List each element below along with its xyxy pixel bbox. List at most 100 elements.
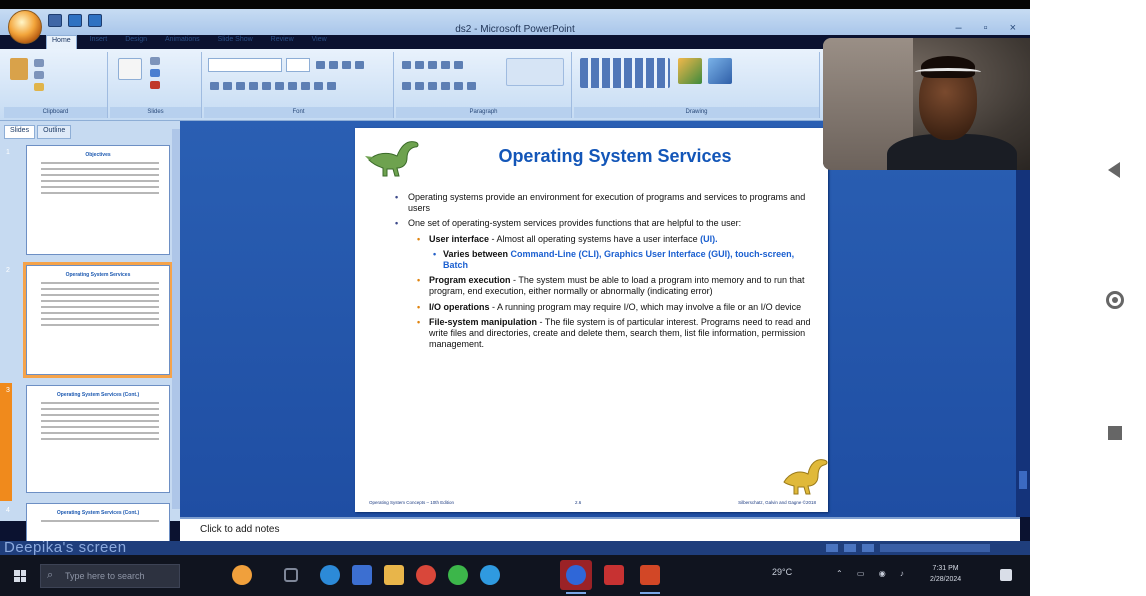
notification-icon[interactable] [1000,569,1012,581]
term: (UI). [700,233,718,244]
arrange-icon[interactable] [678,58,702,84]
notes-pane[interactable]: Click to add notes [180,517,1020,541]
slide-thumbnail[interactable]: Objectives [26,145,170,255]
status-bar: Deepika's screen [0,540,1030,555]
selection-indicator [0,383,12,501]
ribbon-group-label: Clipboard [4,107,107,118]
system-tray-icons[interactable]: ⌃ ▭ ◉ ♪ [836,569,910,578]
canvas-scrollbar[interactable] [1016,121,1030,517]
zoom-slider[interactable] [880,544,990,552]
bullet: Operating systems provide an environment… [395,192,815,214]
slide-thumbnail-selected[interactable]: Operating System Services [23,262,173,378]
tab-slides[interactable]: Slides [4,125,36,139]
active-indicator [640,592,660,594]
home-icon[interactable] [1106,291,1124,309]
new-slide-icon[interactable] [118,58,142,80]
term: I/O operations [429,301,490,312]
search-placeholder: Type here to search [65,571,145,581]
thumbnail-number: 3 [6,387,10,394]
slide-thumbnail[interactable]: Operating System Services (Cont.) [26,503,170,543]
ribbon-group-drawing: Drawing [574,52,820,118]
font-size-box[interactable] [286,58,310,72]
save-icon[interactable] [48,14,62,27]
layout-icon[interactable] [150,57,160,65]
tab-animations[interactable]: Animations [160,35,205,49]
thumbnail-number: 2 [6,267,10,274]
powerpoint-icon[interactable] [640,565,660,585]
reset-icon[interactable] [150,69,160,77]
margin [1030,0,1084,596]
font-name-box[interactable] [208,58,282,72]
chrome-icon[interactable] [416,565,436,585]
font-size-buttons [316,61,364,69]
slideshow-icon[interactable] [862,544,874,552]
tab-design[interactable]: Design [120,35,152,49]
footer-left: Operating System Concepts – 10th Edition [369,500,455,505]
term: Program execution [429,275,511,286]
meet-icon[interactable] [566,565,586,585]
file-explorer-icon[interactable] [384,565,404,585]
pdf-icon[interactable] [604,565,624,585]
task-view-icon[interactable] [284,568,298,582]
maximize-button[interactable]: ▫ [984,22,988,34]
quick-access-toolbar [48,14,102,27]
shapes-gallery-icon[interactable] [580,58,670,88]
sub-bullet: User interface - Almost all operating sy… [395,234,815,245]
top-edge [0,0,1030,9]
whatsapp-icon[interactable] [448,565,468,585]
browser-icon[interactable] [480,565,500,585]
format-painter-icon[interactable] [34,83,44,91]
store-icon[interactable] [352,565,372,585]
android-navigation-bar [1084,0,1146,596]
normal-view-icon[interactable] [826,544,838,552]
panel-scrollbar[interactable] [172,129,180,509]
clock[interactable]: 7:31 PM 2/28/2024 [930,563,961,585]
office-button-icon[interactable] [8,10,42,44]
ribbon-group-clipboard: Clipboard [4,52,108,118]
notes-placeholder: Click to add notes [200,524,280,535]
slide-number: 2.6 [575,500,582,505]
slide-thumbnail[interactable]: Operating System Services (Cont.) [26,385,170,493]
taskbar: ⌕ Type here to search 29°C ⌃ ▭ ◉ ♪ 7:31 … [0,555,1030,596]
slide-footer: Operating System Concepts – 10th Edition… [355,500,828,510]
text-direction-icon[interactable] [506,58,564,86]
copy-icon[interactable] [34,71,44,79]
ribbon-tabs: Home Insert Design Animations Slide Show… [46,35,332,49]
sub-sub-bullet: Varies between Command-Line (CLI), Graph… [395,249,815,271]
tab-home[interactable]: Home [46,35,77,49]
ribbon-group-paragraph: Paragraph [396,52,572,118]
cut-icon[interactable] [34,59,44,67]
minimize-button[interactable]: – [956,22,962,34]
undo-icon[interactable] [68,14,82,27]
align-buttons [402,82,476,90]
tab-view[interactable]: View [307,35,332,49]
slide-sorter-icon[interactable] [844,544,856,552]
webcam-person [915,68,981,76]
cortana-icon[interactable] [232,565,252,585]
delete-icon[interactable] [150,81,160,89]
ribbon-group-label: Drawing [574,107,819,118]
quick-styles-icon[interactable] [708,58,732,84]
tab-outline[interactable]: Outline [37,125,72,139]
weather-widget[interactable]: 29°C [772,567,792,577]
close-button[interactable]: × [1010,22,1016,34]
footer-right: Silberschatz, Galvin and Gagne ©2018 [738,500,816,505]
paste-icon[interactable] [10,58,28,80]
edge-icon[interactable] [320,565,340,585]
text: - A running program may require I/O, whi… [489,301,802,312]
thumbnail-title: Operating System Services [65,272,131,278]
slide-content: Operating systems provide an environment… [395,192,815,354]
current-slide[interactable]: Operating System Services Operating syst… [355,128,828,512]
slides-panel: Slides Outline 1 Objectives 2 Operating … [0,121,180,543]
tab-insert[interactable]: Insert [85,35,113,49]
tab-slide-show[interactable]: Slide Show [213,35,258,49]
paragraph-buttons [402,61,463,69]
sub-bullet: File-system manipulation - The file syst… [395,317,815,351]
back-icon[interactable] [1108,162,1120,178]
windows-start-icon[interactable] [14,570,26,582]
tab-review[interactable]: Review [266,35,299,49]
redo-icon[interactable] [88,14,102,27]
taskbar-search[interactable]: ⌕ Type here to search [40,564,180,588]
term: File-system manipulation [429,316,538,327]
recents-icon[interactable] [1108,426,1122,440]
